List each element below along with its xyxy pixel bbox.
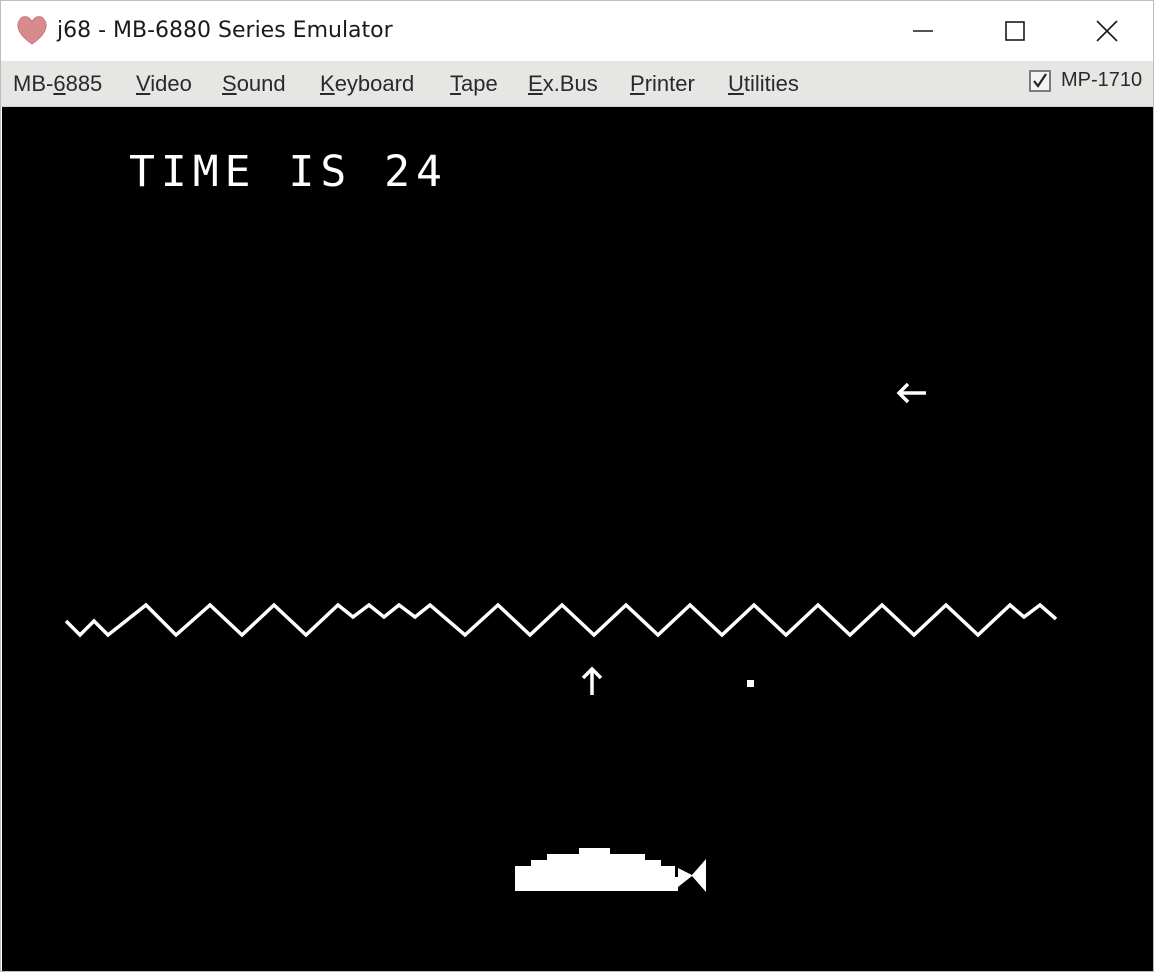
window-title: j68 - MB-6880 Series Emulator	[57, 18, 393, 43]
menu-bar: MB-6885 Video Sound Keyboard Tape Ex.Bus…	[1, 61, 1153, 107]
menu-accelerator: 6	[53, 71, 66, 96]
submarine-sprite	[515, 848, 706, 892]
menu-label-part: x.Bus	[542, 71, 598, 96]
menu-label-part: ound	[236, 71, 286, 96]
minimize-button[interactable]	[877, 1, 969, 61]
menu-accelerator: E	[528, 71, 543, 96]
mp-1710-checkbox[interactable]	[1029, 69, 1051, 92]
wave-line	[64, 602, 1058, 638]
menu-label-part: ape	[461, 71, 498, 96]
menu-label-part: rinter	[644, 71, 695, 96]
checkmark-icon	[1033, 72, 1047, 88]
left-arrow-sprite	[896, 382, 926, 404]
heart-icon[interactable]	[15, 13, 49, 47]
mp-1710-label: MP-1710	[1061, 69, 1143, 91]
menu-printer[interactable]: Printer	[630, 71, 695, 97]
game-graphics	[64, 382, 1058, 892]
close-button[interactable]	[1061, 1, 1153, 61]
menu-accelerator: P	[630, 71, 645, 96]
close-icon	[1096, 20, 1118, 42]
title-bar[interactable]: j68 - MB-6880 Series Emulator	[1, 1, 1153, 61]
maximize-icon	[1005, 21, 1025, 41]
up-arrow-sprite	[581, 666, 603, 695]
menu-utilities[interactable]: Utilities	[728, 71, 799, 97]
menu-label-part: ideo	[150, 71, 192, 96]
emulator-window: j68 - MB-6880 Series Emulator MB-6885 Vi…	[0, 0, 1154, 972]
menu-tape[interactable]: Tape	[450, 71, 498, 97]
menu-ex-bus[interactable]: Ex.Bus	[528, 71, 598, 97]
menu-accelerator: V	[136, 71, 151, 96]
menu-label-part: tilities	[743, 71, 799, 96]
menu-accelerator: S	[222, 71, 237, 96]
minimize-icon	[913, 30, 933, 32]
menu-accelerator: T	[450, 71, 461, 96]
menu-keyboard[interactable]: Keyboard	[320, 71, 414, 97]
mp-1710-toggle[interactable]: MP-1710	[1029, 69, 1142, 92]
emulator-screen[interactable]: TIME IS 24	[2, 107, 1153, 971]
menu-label-part: 885	[65, 71, 103, 96]
menu-mb-6885[interactable]: MB-6885	[13, 71, 102, 97]
bullet-sprite	[747, 680, 754, 687]
menu-sound[interactable]: Sound	[222, 71, 286, 97]
menu-accelerator: U	[728, 71, 744, 96]
menu-label-part: MB-	[13, 71, 54, 96]
menu-video[interactable]: Video	[136, 71, 192, 97]
maximize-button[interactable]	[969, 1, 1061, 61]
menu-label-part: eyboard	[334, 71, 415, 96]
menu-accelerator: K	[320, 71, 335, 96]
